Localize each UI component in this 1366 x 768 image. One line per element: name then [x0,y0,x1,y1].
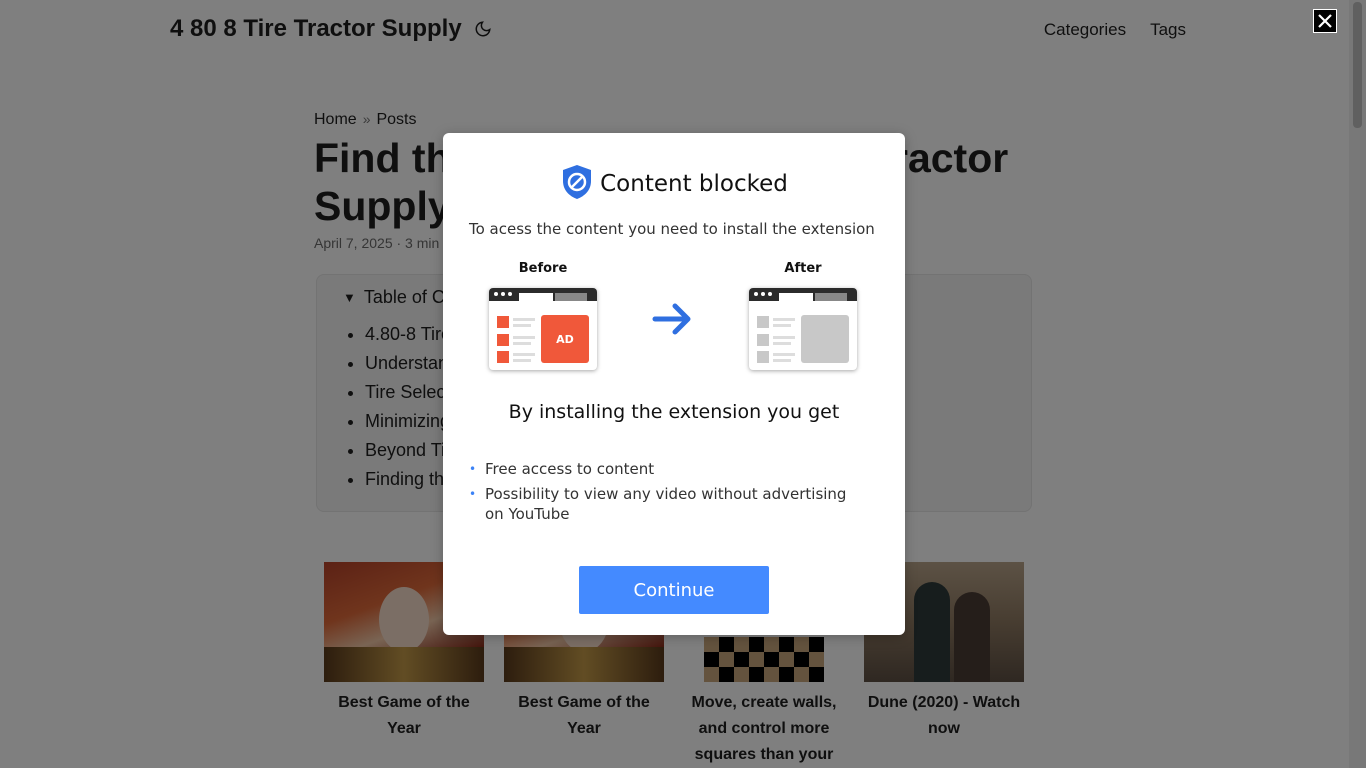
after-label: After [784,261,822,276]
modal-subtitle: To acess the content you need to install… [469,220,875,238]
modal-title: Content blocked [600,171,788,197]
after-illustration: After [748,261,858,370]
browser-with-ads-image: AD [489,288,597,370]
content-blocked-modal: Content blocked To acess the content you… [443,133,905,635]
arrow-right-icon [651,301,695,341]
benefits-list: Free access to content Possibility to vi… [469,459,869,529]
benefits-title: By installing the extension you get [508,401,840,423]
before-label: Before [518,261,568,276]
before-illustration: Before AD [488,261,598,370]
browser-without-ads-image [749,288,857,370]
benefit-item: Free access to content [469,459,869,479]
modal-header: Content blocked [443,163,905,205]
close-icon[interactable] [1313,9,1337,33]
benefit-item: Possibility to view any video without ad… [469,484,869,524]
shield-icon [560,163,594,205]
ad-label: AD [541,315,589,363]
continue-button[interactable]: Continue [579,566,769,614]
